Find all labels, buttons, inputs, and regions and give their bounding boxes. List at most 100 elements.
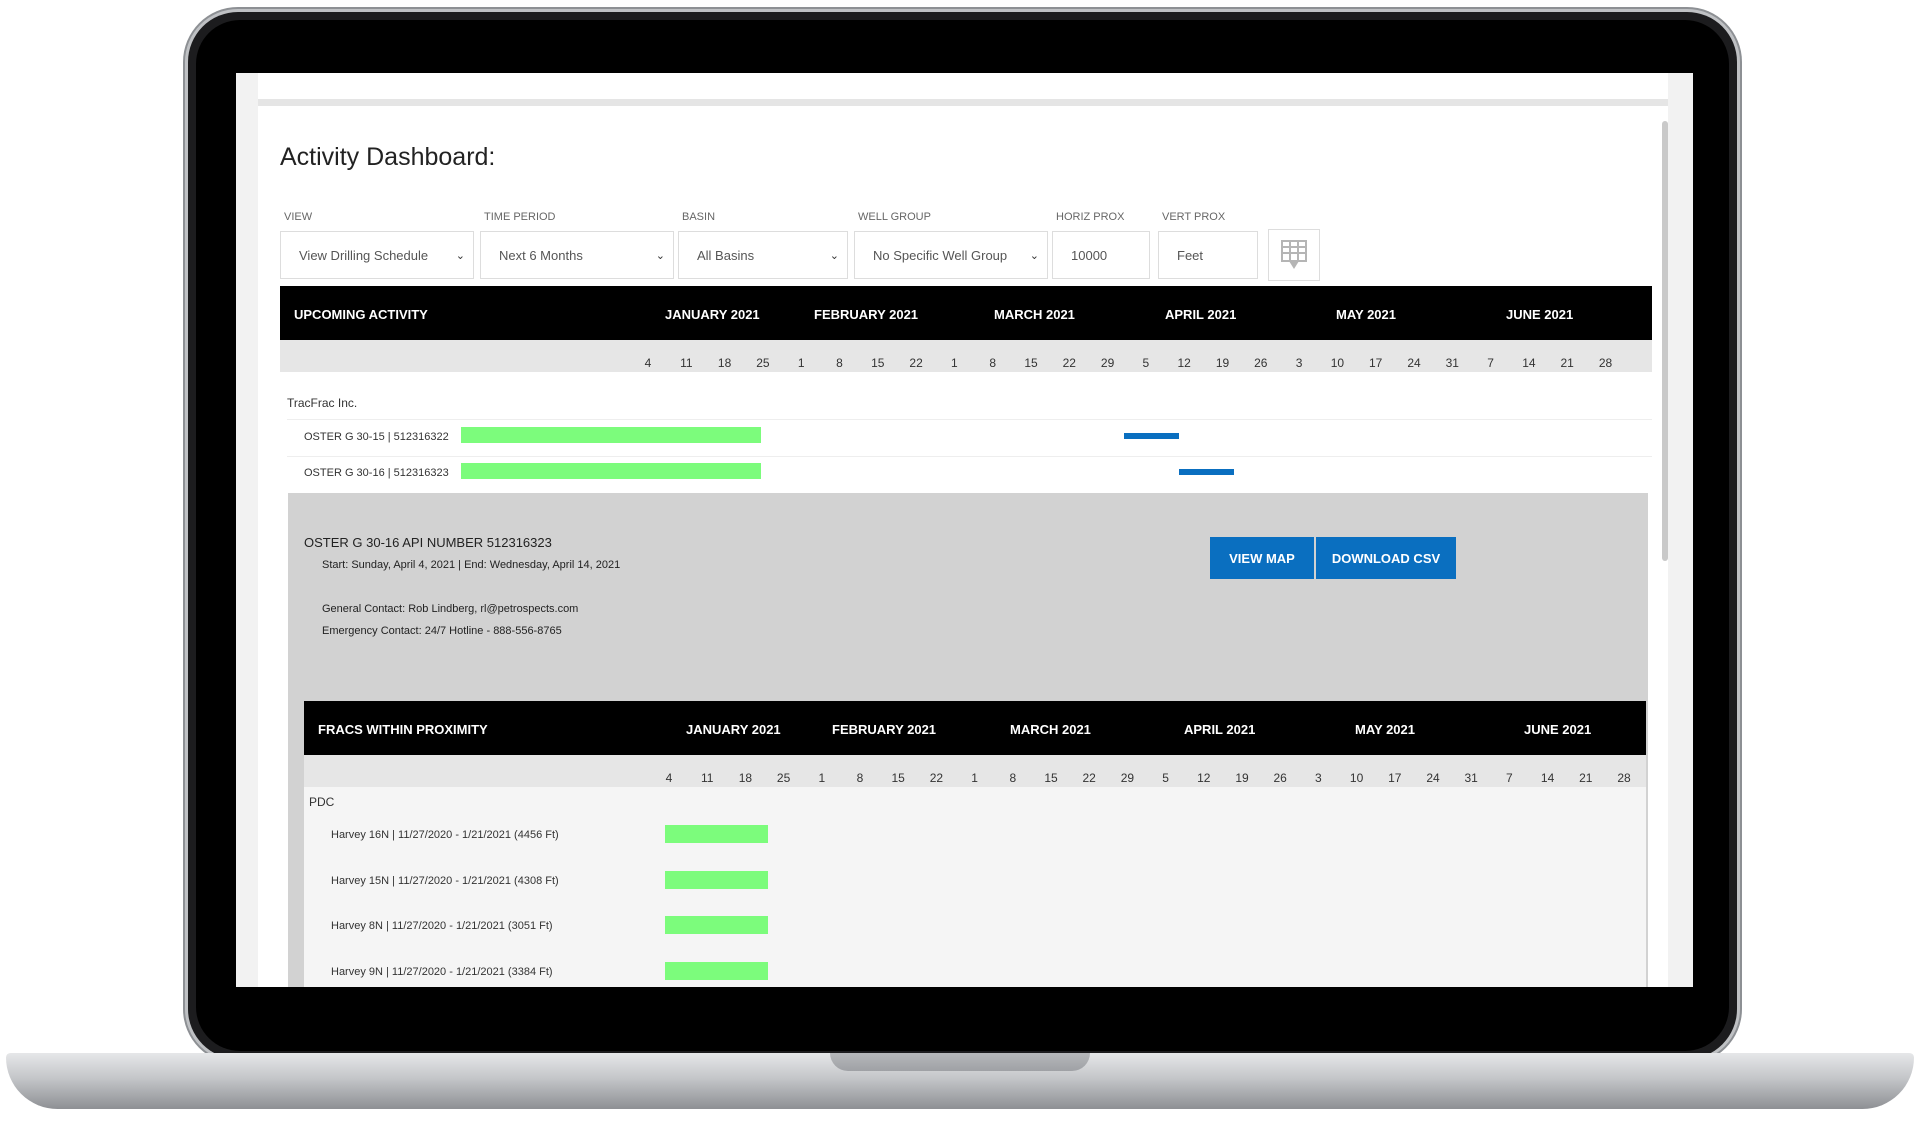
basin-select[interactable]: All Basins ⌄: [678, 231, 848, 279]
week-tick-label: 24: [1407, 356, 1421, 370]
week-tick-label: 14: [1540, 771, 1555, 785]
page-title: Activity Dashboard:: [280, 143, 496, 171]
download-csv-button[interactable]: DOWNLOAD CSV: [1316, 537, 1456, 579]
month-label: APRIL 2021: [1165, 307, 1237, 322]
view-label: VIEW: [284, 211, 313, 223]
week-tick-label: 12: [1197, 771, 1211, 785]
week-tick-label: 1: [818, 771, 826, 785]
dashboard-page: Activity Dashboard: VIEW View Drilling S…: [258, 73, 1668, 987]
week-tick-label: 22: [909, 356, 923, 370]
week-tick-label: 26: [1273, 771, 1287, 785]
chevron-down-icon: ⌄: [655, 250, 665, 262]
week-tick-label: 14: [1522, 356, 1536, 370]
month-label: JANUARY 2021: [665, 307, 760, 322]
week-tick-label: 15: [1024, 356, 1038, 370]
week-tick-label: 25: [776, 771, 791, 785]
company-group-label: TracFrac Inc.: [287, 396, 358, 410]
time-period-select[interactable]: Next 6 Months ⌄: [480, 231, 674, 279]
fracs-title: FRACS WITHIN PROXIMITY: [318, 722, 488, 737]
week-tick-label: 8: [989, 356, 997, 370]
fracs-within-proximity-section: FRACS WITHIN PROXIMITY JANUARY 2021 FEBR…: [304, 701, 1646, 987]
frac-row-label[interactable]: Harvey 8N | 11/27/2020 - 1/21/2021 (3051…: [331, 920, 553, 932]
week-tick-label: 3: [1295, 356, 1303, 370]
vertical-scrollbar[interactable]: [1662, 121, 1668, 561]
week-tick-label: 8: [1009, 771, 1017, 785]
week-tick-label: 19: [1215, 356, 1230, 370]
laptop-notch: [830, 1053, 1090, 1071]
chevron-down-icon: ⌄: [1029, 250, 1039, 262]
month-label: APRIL 2021: [1184, 722, 1256, 737]
week-tick-label: 15: [891, 771, 905, 785]
frac-bar[interactable]: [665, 825, 768, 843]
week-tick-label: 17: [1388, 771, 1402, 785]
week-tick-label: 1: [797, 356, 805, 370]
month-label: JANUARY 2021: [686, 722, 781, 737]
week-tick-label: 11: [700, 771, 714, 785]
week-tick-label: 10: [1330, 356, 1345, 370]
well-group-select[interactable]: No Specific Well Group ⌄: [854, 231, 1048, 279]
time-period-select-value: Next 6 Months: [499, 247, 583, 263]
emergency-contact-text: Emergency Contact: 24/7 Hotline - 888-55…: [322, 625, 562, 637]
activity-marker[interactable]: [1179, 469, 1234, 475]
week-tick-label: 28: [1617, 771, 1631, 785]
week-tick-label: 15: [1044, 771, 1058, 785]
frac-bar[interactable]: [665, 916, 768, 934]
activity-marker[interactable]: [1124, 433, 1179, 439]
view-select[interactable]: View Drilling Schedule ⌄: [280, 231, 474, 279]
filter-table-icon: [1281, 240, 1307, 269]
schedule-bar[interactable]: [461, 427, 761, 443]
week-tick-label: 12: [1177, 356, 1191, 370]
vert-prox-input[interactable]: Feet: [1158, 231, 1258, 279]
week-tick-label: 8: [856, 771, 864, 785]
general-contact-text: General Contact: Rob Lindberg, rl@petros…: [322, 603, 579, 615]
frac-row-label[interactable]: Harvey 9N | 11/27/2020 - 1/21/2021 (3384…: [331, 966, 553, 978]
week-tick-label: 5: [1142, 356, 1150, 370]
well-group-label: WELL GROUP: [858, 211, 931, 223]
week-tick-label: 11: [680, 356, 693, 370]
basin-label: BASIN: [682, 211, 716, 223]
week-tick-label: 7: [1487, 356, 1494, 370]
week-tick-label: 15: [871, 356, 885, 370]
week-tick-label: 3: [1315, 771, 1322, 785]
horiz-prox-label: HORIZ PROX: [1056, 211, 1125, 223]
week-tick-label: 7: [1506, 771, 1513, 785]
month-label: JUNE 2021: [1524, 722, 1592, 737]
frac-bar[interactable]: [665, 871, 768, 889]
basin-select-value: All Basins: [697, 247, 755, 263]
week-tick-label: 21: [1579, 771, 1593, 785]
horiz-prox-input[interactable]: 10000: [1052, 231, 1150, 279]
week-tick-label: 29: [1120, 771, 1135, 785]
week-tick-label: 18: [738, 771, 753, 785]
week-tick-label: 25: [756, 356, 770, 370]
month-label: MARCH 2021: [994, 307, 1075, 322]
frac-row-label[interactable]: Harvey 16N | 11/27/2020 - 1/21/2021 (445…: [331, 829, 559, 841]
operator-group-label: PDC: [309, 795, 335, 809]
week-tick-label: 1: [951, 356, 958, 370]
frac-bar[interactable]: [665, 962, 768, 980]
filter-table-button[interactable]: [1268, 229, 1320, 281]
api-number-title: OSTER G 30-16 API NUMBER 512316323: [304, 535, 552, 550]
week-tick-label: 22: [1062, 356, 1076, 370]
page-top-divider: [258, 99, 1668, 106]
month-label: MARCH 2021: [1010, 722, 1091, 737]
frac-row-label[interactable]: Harvey 15N | 11/27/2020 - 1/21/2021 (430…: [331, 875, 559, 887]
week-tick-label: 8: [836, 356, 843, 370]
week-tick-label: 22: [1082, 771, 1096, 785]
week-axis: 4 11 18 25 1 8 15 22 1 8 15 22 29 5 12 19 26 3 10 17 24 31 7 14…: [304, 755, 1646, 787]
well-row-label[interactable]: OSTER G 30-15 | 512316322: [304, 431, 449, 443]
week-tick-label: 22: [929, 771, 944, 785]
vert-prox-label: VERT PROX: [1162, 211, 1226, 223]
schedule-bar[interactable]: [461, 463, 761, 479]
view-select-value: View Drilling Schedule: [299, 247, 429, 263]
month-label: MAY 2021: [1355, 722, 1415, 737]
week-tick-label: 4: [665, 771, 673, 785]
view-map-button[interactable]: VIEW MAP: [1210, 537, 1314, 579]
screen: Activity Dashboard: VIEW View Drilling S…: [236, 73, 1693, 987]
week-tick-label: 31: [1445, 356, 1459, 370]
month-label: JUNE 2021: [1506, 307, 1574, 322]
well-row-label[interactable]: OSTER G 30-16 | 512316323: [304, 467, 449, 479]
week-tick-label: 17: [1369, 356, 1383, 370]
week-tick-label: 5: [1162, 771, 1169, 785]
month-label: FEBRUARY 2021: [814, 307, 919, 322]
month-label: MAY 2021: [1336, 307, 1396, 322]
